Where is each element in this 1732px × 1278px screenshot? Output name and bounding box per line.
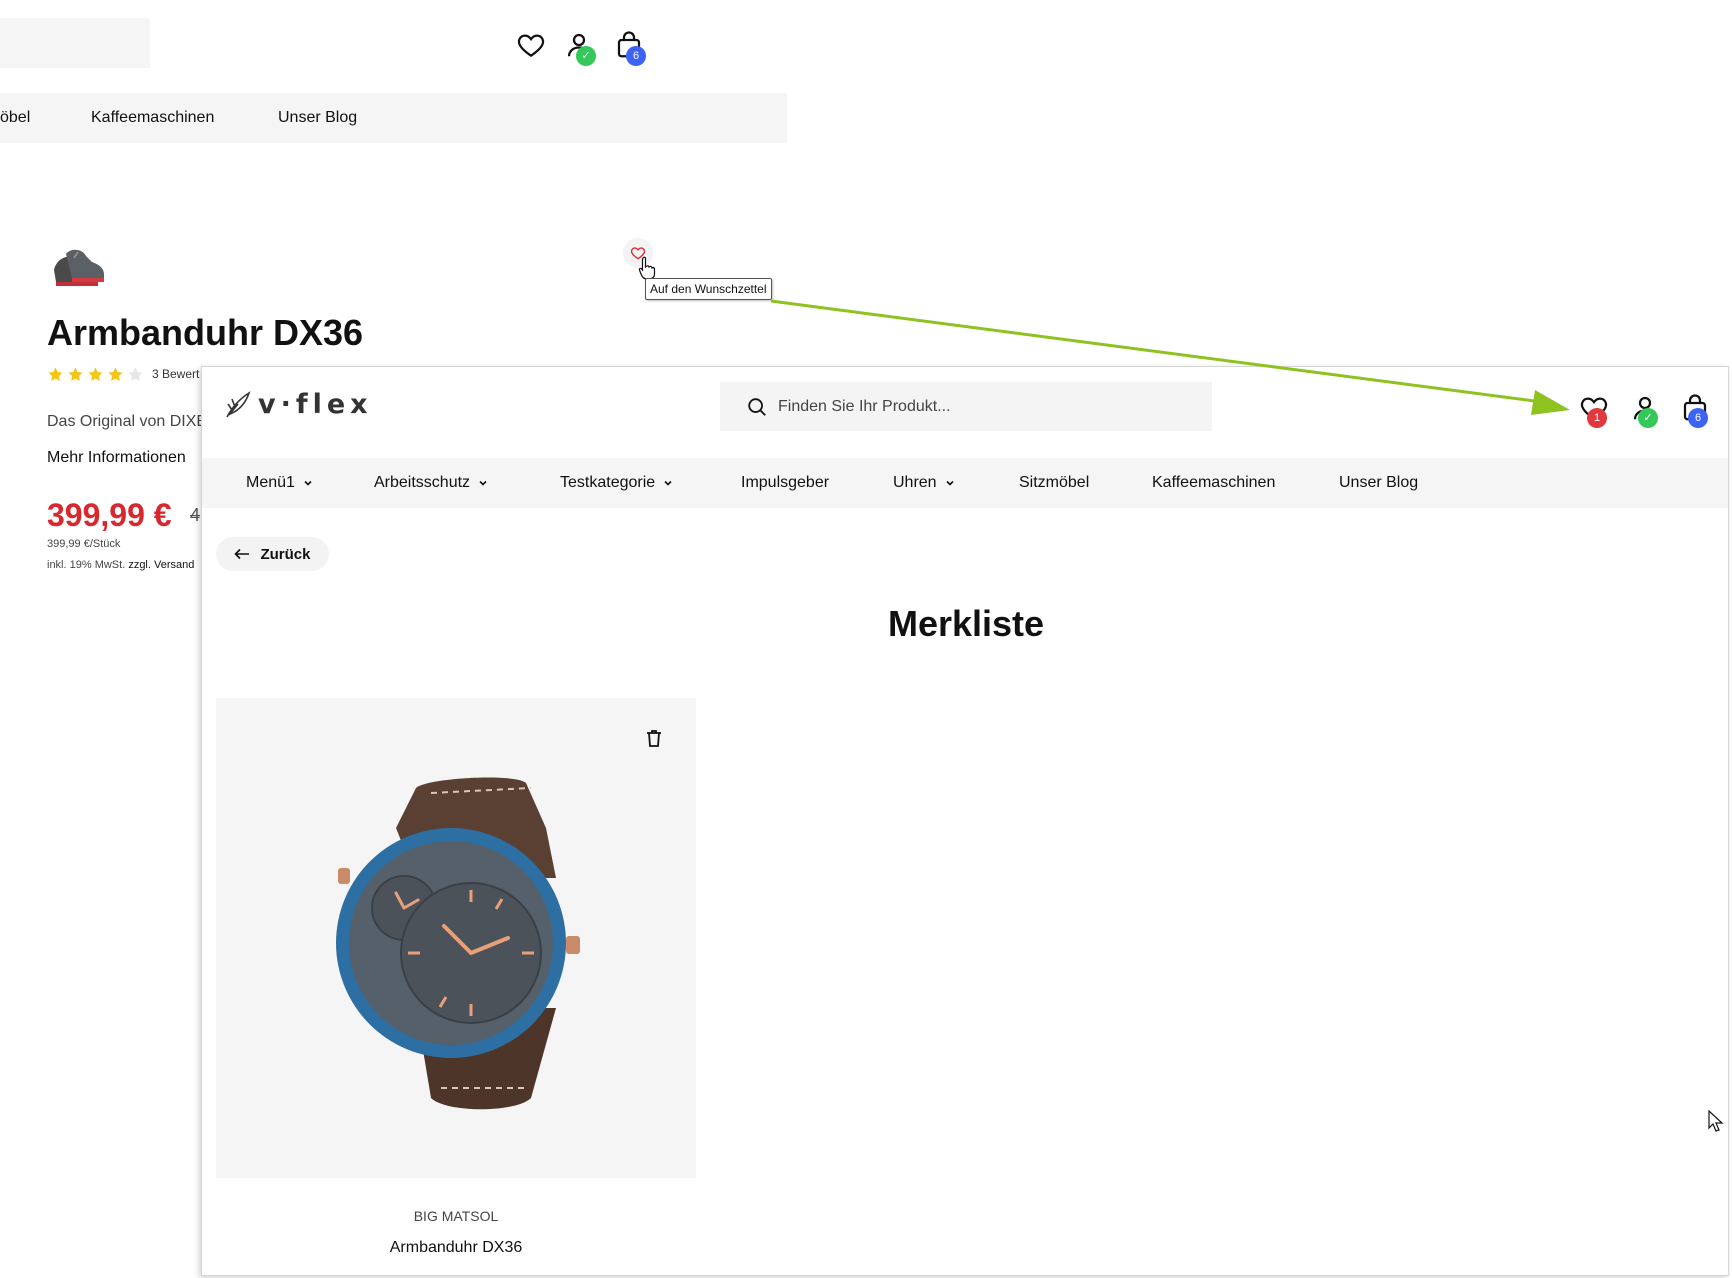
background-nav: öbel Kaffeemaschinen Unser Blog bbox=[0, 93, 787, 143]
product-title: Armbanduhr DX36 bbox=[47, 312, 364, 353]
product-name[interactable]: Armbanduhr DX36 bbox=[216, 1239, 696, 1257]
trash-icon[interactable] bbox=[644, 728, 664, 748]
nav-label: Impulsgeber bbox=[741, 474, 830, 491]
product-image-watch[interactable] bbox=[326, 768, 586, 1118]
chevron-down-icon bbox=[479, 480, 487, 486]
search-bar[interactable] bbox=[720, 382, 1212, 431]
nav-item-moebel[interactable]: öbel bbox=[0, 109, 30, 127]
chevron-down-icon bbox=[664, 480, 672, 486]
nav-item-sitzmoebel[interactable]: Sitzmöbel bbox=[1019, 458, 1089, 508]
star-icon bbox=[88, 367, 103, 382]
account-button[interactable]: ✓ bbox=[1630, 393, 1670, 433]
nav-label: Arbeitsschutz bbox=[374, 474, 471, 491]
star-empty-icon bbox=[128, 367, 143, 382]
nav-item-blog[interactable]: Unser Blog bbox=[278, 109, 357, 127]
wishlist-count-badge: 1 bbox=[1587, 408, 1607, 428]
chevron-down-icon bbox=[946, 480, 954, 486]
page-title: Merkliste bbox=[887, 603, 1045, 644]
nav-item-impulsgeber[interactable]: Impulsgeber bbox=[741, 458, 829, 508]
wishlist-product-card[interactable] bbox=[216, 698, 696, 1178]
cart-count-badge: 6 bbox=[1688, 408, 1708, 428]
wishlist-tooltip: Auf den Wunschzettel bbox=[645, 278, 772, 300]
cart-count-badge: 6 bbox=[626, 46, 646, 66]
more-info-link[interactable]: Mehr Informationen bbox=[47, 449, 186, 467]
logged-in-badge: ✓ bbox=[1638, 408, 1658, 428]
nav-label: Testkategorie bbox=[560, 474, 656, 491]
nav-label: Uhren bbox=[893, 474, 937, 491]
nav-label: Menü1 bbox=[246, 474, 295, 491]
nav-item-kaffeemaschinen[interactable]: Kaffeemaschinen bbox=[91, 109, 214, 127]
wishlist-button[interactable]: 1 bbox=[1579, 393, 1619, 433]
nav-item-testkategorie[interactable]: Testkategorie bbox=[560, 458, 673, 508]
nav-item-blog[interactable]: Unser Blog bbox=[1339, 458, 1418, 508]
nav-label: Sitzmöbel bbox=[1019, 474, 1090, 491]
nav-item-uhren[interactable]: Uhren bbox=[893, 458, 955, 508]
nav-label: Unser Blog bbox=[1339, 474, 1419, 491]
wishlist-page-screenshot: v·flex 1 ✓ 6 Menü1 Arbeitsschutz Testkat… bbox=[201, 366, 1729, 1276]
back-label: Zurück bbox=[260, 545, 311, 563]
arrow-left-icon bbox=[234, 548, 250, 560]
hand-cursor-icon bbox=[638, 256, 656, 280]
back-button[interactable]: Zurück bbox=[216, 537, 329, 571]
tax-label: inkl. 19% MwSt. bbox=[47, 559, 126, 571]
nav-item-menue1[interactable]: Menü1 bbox=[246, 458, 313, 508]
brand-name: v·flex bbox=[258, 389, 373, 420]
shipping-link[interactable]: zzgl. Versand bbox=[128, 559, 194, 571]
search-input[interactable] bbox=[778, 397, 1178, 416]
product-price: 399,99 € bbox=[47, 497, 172, 533]
logo-placeholder bbox=[0, 18, 150, 68]
main-nav: Menü1 Arbeitsschutz Testkategorie Impuls… bbox=[202, 458, 1728, 508]
product-brand[interactable]: BIG MATSOL bbox=[216, 1208, 696, 1224]
star-icon bbox=[68, 367, 83, 382]
account-button[interactable]: ✓ bbox=[564, 30, 604, 70]
product-description: Das Original von DIXE bbox=[47, 413, 208, 430]
nav-item-kaffeemaschinen[interactable]: Kaffeemaschinen bbox=[1152, 458, 1275, 508]
nav-label: Kaffeemaschinen bbox=[1152, 474, 1276, 491]
old-price: 4 bbox=[190, 505, 201, 525]
rating-stars bbox=[47, 366, 144, 383]
review-count[interactable]: 3 Bewert bbox=[152, 367, 199, 381]
cart-button[interactable]: 6 bbox=[614, 30, 654, 70]
tax-info: inkl. 19% MwSt. zzgl. Versand bbox=[47, 559, 194, 571]
feather-logo-icon bbox=[226, 390, 251, 417]
search-icon[interactable] bbox=[746, 396, 768, 418]
cart-button[interactable]: 6 bbox=[1680, 393, 1720, 433]
star-icon bbox=[108, 367, 123, 382]
brand-logo[interactable]: v·flex bbox=[224, 389, 373, 420]
logged-in-badge: ✓ bbox=[576, 46, 596, 66]
heart-icon[interactable] bbox=[516, 30, 546, 60]
unit-price: 399,99 €/Stück bbox=[47, 538, 121, 550]
product-thumbnail[interactable] bbox=[48, 240, 106, 290]
chevron-down-icon bbox=[304, 480, 312, 486]
nav-item-arbeitsschutz[interactable]: Arbeitsschutz bbox=[374, 458, 488, 508]
mouse-pointer-icon bbox=[1708, 1110, 1724, 1132]
star-icon bbox=[48, 367, 63, 382]
